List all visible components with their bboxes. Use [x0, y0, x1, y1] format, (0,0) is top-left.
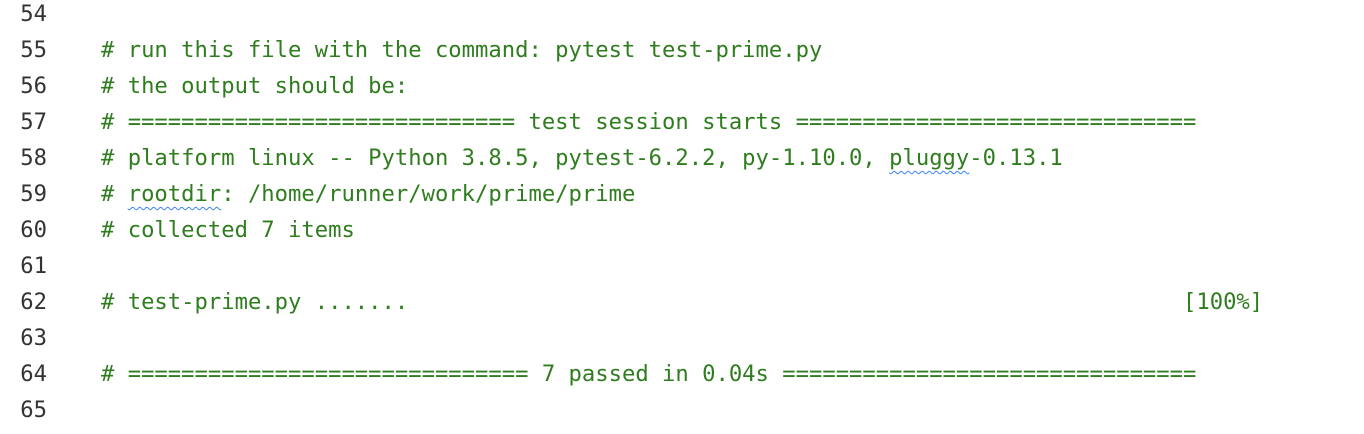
code-line-57[interactable]: 57 # ============================= test …: [0, 104, 1364, 140]
code-line-54[interactable]: 54: [0, 0, 1364, 32]
code-line-63[interactable]: 63: [0, 320, 1364, 356]
code-text-segment: -0.13.1: [969, 145, 1063, 171]
line-number: 65: [20, 397, 47, 423]
line-number: 56: [20, 73, 47, 99]
code-text-segment: #: [101, 181, 128, 207]
code-line-59[interactable]: 59 # rootdir: /home/runner/work/prime/pr…: [0, 176, 1364, 212]
line-number: 55: [20, 37, 47, 63]
code-editor[interactable]: 54 55 # run this file with the command: …: [0, 0, 1364, 434]
code-line-60[interactable]: 60 # collected 7 items: [0, 212, 1364, 248]
code-line-55[interactable]: 55 # run this file with the command: pyt…: [0, 32, 1364, 68]
spelling-flagged-word[interactable]: pluggy: [889, 145, 969, 171]
code-line-62[interactable]: 62 # test-prime.py ....... [100%]: [0, 284, 1364, 320]
code-line-56[interactable]: 56 # the output should be:: [0, 68, 1364, 104]
line-number: 62: [20, 289, 47, 315]
line-number: 54: [20, 1, 47, 27]
code-line-64[interactable]: 64 # ============================== 7 pa…: [0, 356, 1364, 392]
code-comment[interactable]: # rootdir: /home/runner/work/prime/prime: [101, 176, 635, 212]
line-number: 63: [20, 325, 47, 351]
code-line-65[interactable]: 65: [0, 392, 1364, 428]
code-comment[interactable]: # ============================== 7 passe…: [101, 356, 1196, 392]
spelling-flagged-word[interactable]: rootdir: [128, 181, 222, 207]
code-comment[interactable]: # test-prime.py ....... [100%]: [101, 284, 1263, 320]
line-number: 58: [20, 145, 47, 171]
code-text-segment: : /home/runner/work/prime/prime: [221, 181, 636, 207]
line-number: 59: [20, 181, 47, 207]
code-text-segment: # platform linux -- Python 3.8.5, pytest…: [101, 145, 890, 171]
code-line-61[interactable]: 61: [0, 248, 1364, 284]
code-comment[interactable]: # ============================= test ses…: [101, 104, 1196, 140]
code-line-58[interactable]: 58 # platform linux -- Python 3.8.5, pyt…: [0, 140, 1364, 176]
code-comment[interactable]: # platform linux -- Python 3.8.5, pytest…: [101, 140, 1063, 176]
line-number: 61: [20, 253, 47, 279]
line-number: 60: [20, 217, 47, 243]
code-comment[interactable]: # collected 7 items: [101, 212, 355, 248]
code-comment[interactable]: # the output should be:: [101, 68, 408, 104]
line-number: 64: [20, 361, 47, 387]
line-number: 57: [20, 109, 47, 135]
code-comment[interactable]: # run this file with the command: pytest…: [101, 32, 822, 68]
